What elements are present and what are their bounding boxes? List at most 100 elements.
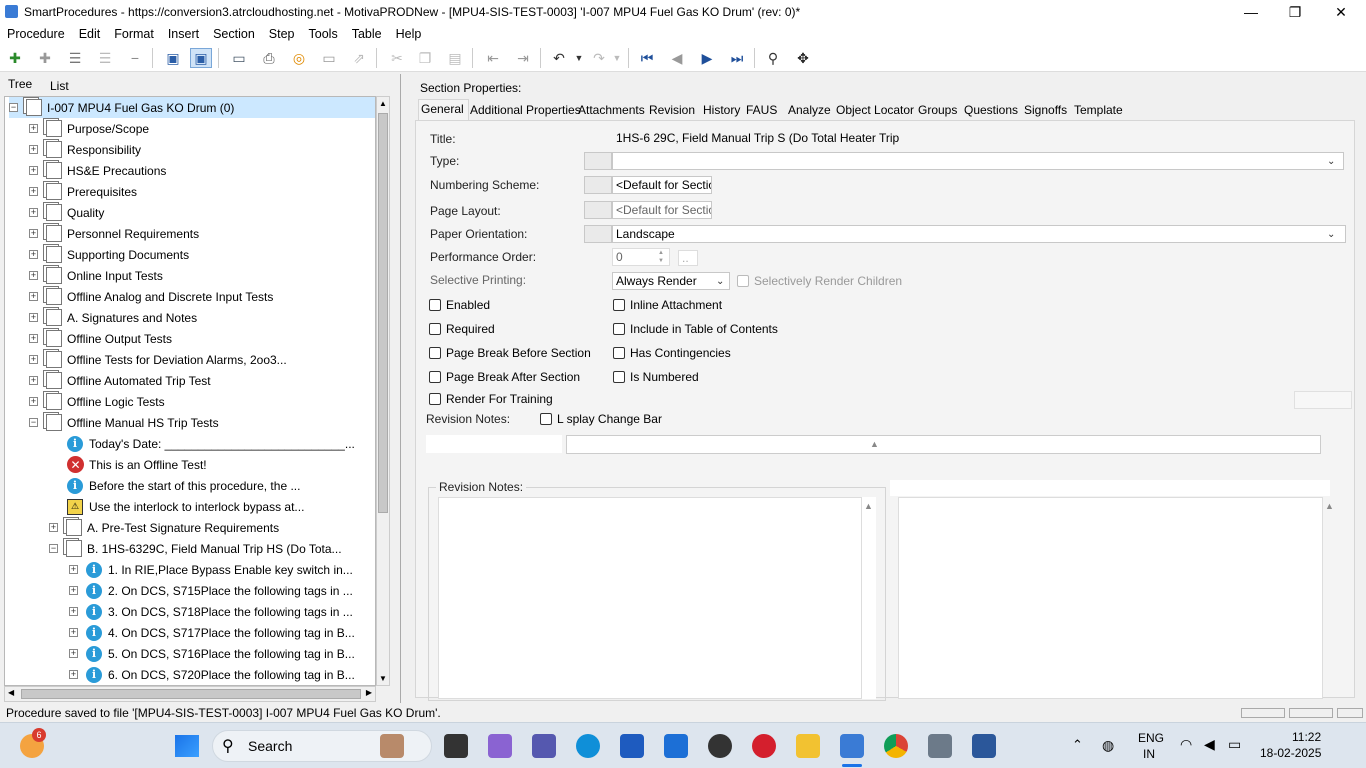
expand-icon[interactable]: + <box>29 334 38 343</box>
expand-icon[interactable]: + <box>69 565 78 574</box>
expand-icon[interactable]: + <box>69 649 78 658</box>
menu-help[interactable]: Help <box>389 27 429 41</box>
tree-step[interactable]: + i 4. On DCS, S717Place the following tag… <box>69 622 355 643</box>
revision-notes-textarea[interactable] <box>438 497 862 699</box>
expand-icon[interactable]: + <box>29 355 38 364</box>
outline-icon[interactable]: ☰ <box>94 48 116 68</box>
battery-icon[interactable]: ▭ <box>1228 736 1241 753</box>
tree-root[interactable]: − I-007 MPU4 Fuel Gas KO Drum (0) <box>9 97 375 118</box>
tree-subsection[interactable]: − B. 1HS-6329C, Field Manual Trip HS (Do … <box>49 538 342 559</box>
tab-template[interactable]: Template <box>1074 103 1123 117</box>
menu-edit[interactable]: Edit <box>72 27 108 41</box>
menu-section[interactable]: Section <box>206 27 262 41</box>
chevron-down-icon[interactable]: ⌄ <box>1327 229 1335 240</box>
tree-section[interactable]: + Offline Tests for Deviation Alarms, 2oo… <box>29 349 287 370</box>
paste-icon[interactable]: ▤ <box>444 48 466 68</box>
checkbox-box[interactable] <box>613 323 625 335</box>
expand-icon[interactable]: + <box>29 187 38 196</box>
undo-dropdown-icon[interactable]: ▼ <box>568 48 590 68</box>
include-in-table-of-contents-checkbox[interactable]: Include in Table of Contents <box>613 322 778 336</box>
scroll-thumb[interactable] <box>378 113 388 513</box>
checkbox-box[interactable] <box>429 393 441 405</box>
revision-notes-preview[interactable] <box>898 497 1323 699</box>
expand-icon[interactable]: + <box>69 607 78 616</box>
tree-note[interactable]: ⚠ Use the interlock to interlock bypass a… <box>67 496 304 517</box>
inline-attachment-checkbox[interactable]: Inline Attachment <box>613 298 722 312</box>
tree-section[interactable]: + Offline Analog and Discrete Input Tests <box>29 286 273 307</box>
selective-printing-select[interactable]: Always Render <box>612 272 730 290</box>
add-child-icon[interactable]: ✚ <box>34 48 56 68</box>
revision-notes-bar[interactable] <box>566 435 1321 454</box>
tree-section[interactable]: + Supporting Documents <box>29 244 189 265</box>
tab-general[interactable]: General <box>418 99 469 120</box>
menu-procedure[interactable]: Procedure <box>0 27 72 41</box>
tab-questions[interactable]: Questions <box>964 103 1018 117</box>
display-change-bar-checkbox[interactable]: L splay Change Bar <box>540 412 662 426</box>
scroll-down-icon[interactable]: ▼ <box>379 674 387 683</box>
outdent-icon[interactable]: ⇤ <box>482 48 504 68</box>
save-all-icon[interactable]: ▣ <box>162 48 184 68</box>
has-contingencies-checkbox[interactable]: Has Contingencies <box>613 346 731 360</box>
menu-tools[interactable]: Tools <box>302 27 345 41</box>
tree-subsection[interactable]: + A. Pre-Test Signature Requirements <box>49 517 279 538</box>
publish-icon[interactable]: ⇗ <box>348 48 370 68</box>
network-settings-icon[interactable]: ◍ <box>1102 737 1114 754</box>
task-view-icon[interactable] <box>444 734 468 758</box>
paper-orientation-select[interactable]: Landscape <box>612 225 1346 243</box>
tree-section[interactable]: + Prerequisites <box>29 181 137 202</box>
tree-section[interactable]: + Offline Logic Tests <box>29 391 165 412</box>
tree-step[interactable]: + i 2. On DCS, S715Place the following tag… <box>69 580 353 601</box>
next-icon[interactable]: ▶ <box>696 48 718 68</box>
tab-attachments[interactable]: Attachments <box>578 103 645 117</box>
checkbox-box[interactable] <box>429 299 441 311</box>
checkbox-box[interactable] <box>429 371 441 383</box>
clock-time[interactable]: 11:22 <box>1292 730 1321 744</box>
expand-icon[interactable]: + <box>29 229 38 238</box>
expand-icon[interactable]: + <box>29 208 38 217</box>
word-icon[interactable] <box>972 734 996 758</box>
expand-icon[interactable]: + <box>29 271 38 280</box>
tree-note[interactable]: i Before the start of this procedure, the… <box>67 475 300 496</box>
opera-icon[interactable] <box>752 734 776 758</box>
previous-icon[interactable]: ◀ <box>666 48 688 68</box>
collapse-icon[interactable]: − <box>9 103 18 112</box>
menu-format[interactable]: Format <box>107 27 161 41</box>
revision-notes-scrollbar[interactable] <box>862 497 876 699</box>
collapse-icon[interactable]: − <box>49 544 58 553</box>
monitor-icon[interactable]: ▭ <box>228 48 250 68</box>
tree-step[interactable]: + i 1. In RIE,Place Bypass Enable key swit… <box>69 559 353 580</box>
scroll-right-icon[interactable]: ▶ <box>366 688 372 697</box>
page-break-after-section-checkbox[interactable]: Page Break After Section <box>429 370 580 384</box>
start-icon[interactable] <box>175 735 199 757</box>
chevron-down-icon[interactable]: ⌄ <box>1327 156 1335 167</box>
tree-step[interactable]: + i 3. On DCS, S718Place the following tag… <box>69 601 353 622</box>
hscroll-thumb[interactable] <box>21 689 361 699</box>
expand-icon[interactable]: + <box>69 628 78 637</box>
tree-section[interactable]: + Purpose/Scope <box>29 118 149 139</box>
tab-signoffs[interactable]: Signoffs <box>1024 103 1067 117</box>
last-icon[interactable]: ⏭ <box>726 48 748 68</box>
scroll-up-icon[interactable]: ▲ <box>379 99 387 108</box>
expand-icon[interactable]: + <box>29 166 38 175</box>
menu-insert[interactable]: Insert <box>161 27 206 41</box>
copilot-icon[interactable] <box>488 734 512 758</box>
tree-note[interactable]: ✕ This is an Offline Test! <box>67 454 207 475</box>
spin-icon[interactable]: ▲ ▼ <box>658 249 664 265</box>
chevron-down-icon[interactable]: ⌄ <box>716 276 724 287</box>
first-icon[interactable]: ⏮ <box>636 48 658 68</box>
tab-faus[interactable]: FAUS <box>746 103 777 117</box>
tree-section[interactable]: + Online Input Tests <box>29 265 163 286</box>
tab-history[interactable]: History <box>703 103 740 117</box>
find-icon[interactable]: ⚲ <box>762 48 784 68</box>
move-icon[interactable]: ✥ <box>792 48 814 68</box>
maximize-button[interactable]: ❐ <box>1272 0 1318 24</box>
required-checkbox[interactable]: Required <box>429 322 495 336</box>
edge-icon[interactable] <box>576 734 600 758</box>
collapse-icon[interactable]: − <box>29 418 38 427</box>
expand-icon[interactable]: + <box>49 523 58 532</box>
remove-icon[interactable]: − <box>124 48 146 68</box>
tab-list[interactable]: List <box>50 79 69 93</box>
expand-icon[interactable]: + <box>69 586 78 595</box>
tab-tree[interactable]: Tree <box>8 77 32 91</box>
clock-date[interactable]: 18-02-2025 <box>1260 746 1321 760</box>
